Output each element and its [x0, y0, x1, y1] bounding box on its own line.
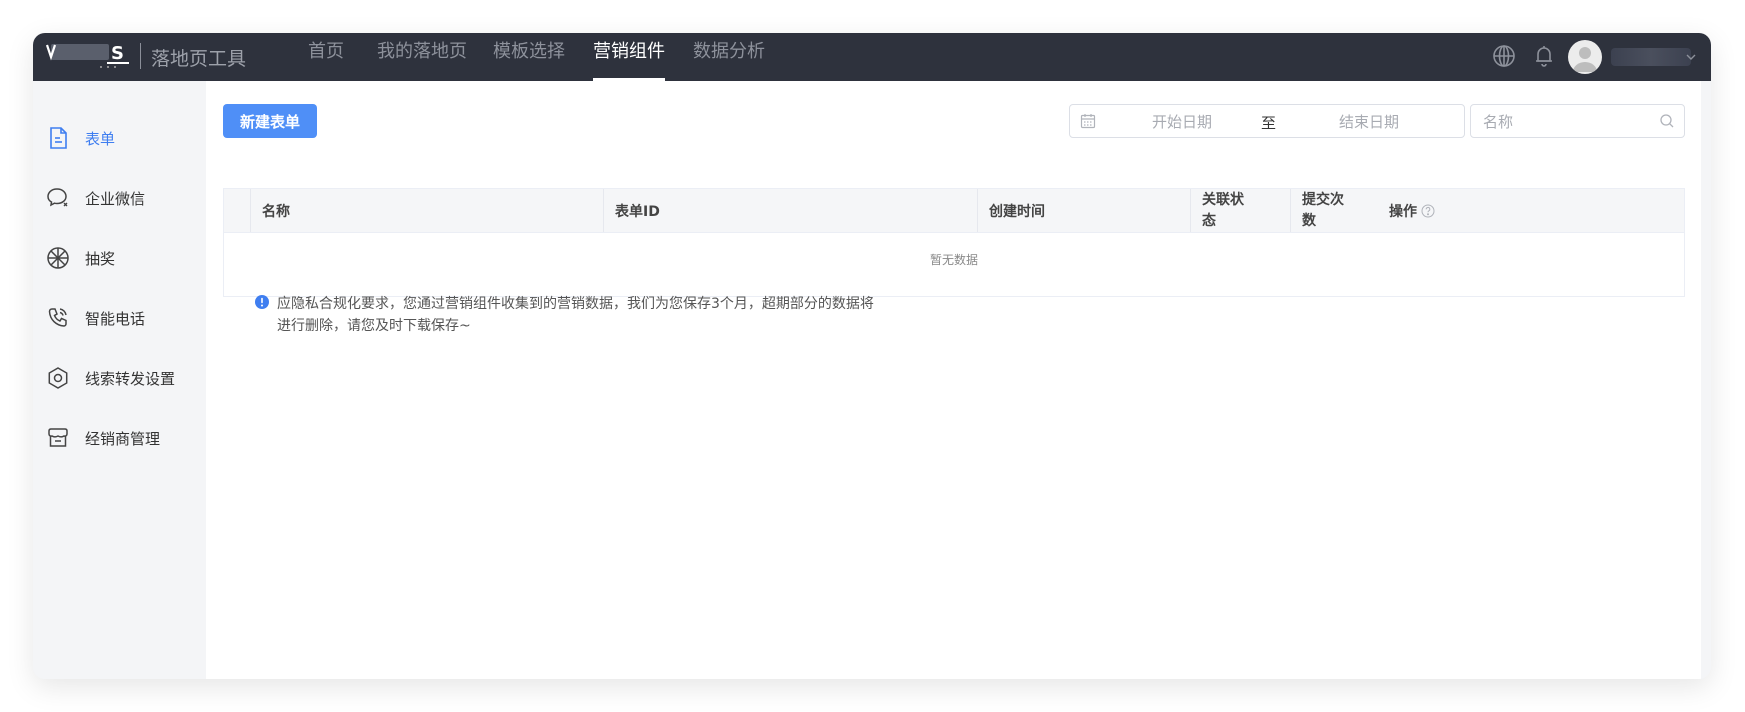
form-icon	[45, 125, 71, 151]
empty-state-text: 暂无数据	[929, 253, 978, 267]
top-navbar: S 落地页工具 首页 我的落地页 模板选择 营销组件 数据分析	[33, 33, 1711, 81]
chevron-down-icon[interactable]	[1683, 49, 1699, 65]
sidebar-item-lottery[interactable]: 抽奖	[45, 238, 200, 278]
column-header-actions: 操作	[1378, 189, 1684, 232]
sidebar-item-label: 抽奖	[85, 250, 116, 268]
username-redacted	[1611, 48, 1691, 66]
tab-my-landing-pages[interactable]: 我的落地页	[377, 33, 467, 81]
globe-icon[interactable]	[1491, 43, 1517, 69]
column-header-submit-count: 提交次数	[1290, 189, 1390, 232]
name-search-input[interactable]	[1481, 109, 1655, 135]
tab-template-selection[interactable]: 模板选择	[493, 33, 565, 81]
new-form-button[interactable]: 新建表单	[223, 104, 317, 138]
logo-divider	[140, 43, 141, 69]
sidebar-item-label: 企业微信	[85, 190, 146, 208]
tab-home[interactable]: 首页	[308, 33, 344, 81]
name-search-box	[1470, 104, 1685, 138]
date-separator: 至	[1261, 114, 1277, 132]
sidebar-item-lead-forwarding[interactable]: 线索转发设置	[45, 358, 200, 398]
wechat-work-icon	[45, 185, 71, 211]
avatar[interactable]	[1568, 40, 1602, 74]
sidebar-item-wechat-work[interactable]: 企业微信	[45, 178, 200, 218]
app-window: S 落地页工具 首页 我的落地页 模板选择 营销组件 数据分析 表单 企业微信 …	[33, 33, 1711, 679]
column-header-link-status: 关联状态	[1190, 189, 1290, 232]
date-range-picker[interactable]: 至	[1069, 104, 1465, 138]
column-header-created-time: 创建时间	[977, 189, 1190, 232]
calendar-icon	[1079, 112, 1097, 130]
svg-text:S: S	[111, 43, 124, 64]
tab-marketing-components[interactable]: 营销组件	[593, 33, 665, 81]
lottery-wheel-icon	[45, 245, 71, 271]
app-title: 落地页工具	[151, 48, 247, 70]
brand-logo[interactable]: S	[45, 41, 131, 71]
sidebar: 表单 企业微信 抽奖 智能电话 线索转发设置 经销商管理	[33, 81, 206, 679]
info-icon	[254, 294, 270, 310]
sidebar-item-label: 经销商管理	[85, 430, 161, 448]
notice-text: 应隐私合规化要求，您通过营销组件收集到的营销数据，我们为您保存3个月，超期部分的…	[277, 296, 874, 334]
sidebar-item-label: 表单	[85, 130, 116, 148]
help-icon[interactable]	[1421, 204, 1435, 218]
bell-icon[interactable]	[1531, 43, 1557, 69]
forms-table: 名称 表单ID 创建时间 关联状态 提交次数 操作 暂无数据	[223, 188, 1685, 297]
table-header: 名称 表单ID 创建时间 关联状态 提交次数 操作	[224, 189, 1684, 233]
tab-data-analysis[interactable]: 数据分析	[693, 33, 765, 81]
hexagon-settings-icon	[45, 365, 71, 391]
sidebar-item-label: 线索转发设置	[85, 370, 176, 388]
start-date-input[interactable]	[1110, 109, 1254, 135]
sidebar-item-label: 智能电话	[85, 310, 146, 328]
column-header-name: 名称	[250, 189, 600, 232]
phone-icon	[45, 305, 71, 331]
search-icon[interactable]	[1659, 113, 1675, 129]
main-content: 新建表单 至	[206, 81, 1701, 679]
sidebar-item-smart-phone[interactable]: 智能电话	[45, 298, 200, 338]
store-icon	[45, 425, 71, 451]
sidebar-item-form[interactable]: 表单	[45, 118, 200, 158]
column-header-form-id: 表单ID	[603, 189, 978, 232]
sidebar-item-dealer-management[interactable]: 经销商管理	[45, 418, 200, 458]
end-date-input[interactable]	[1292, 109, 1446, 135]
